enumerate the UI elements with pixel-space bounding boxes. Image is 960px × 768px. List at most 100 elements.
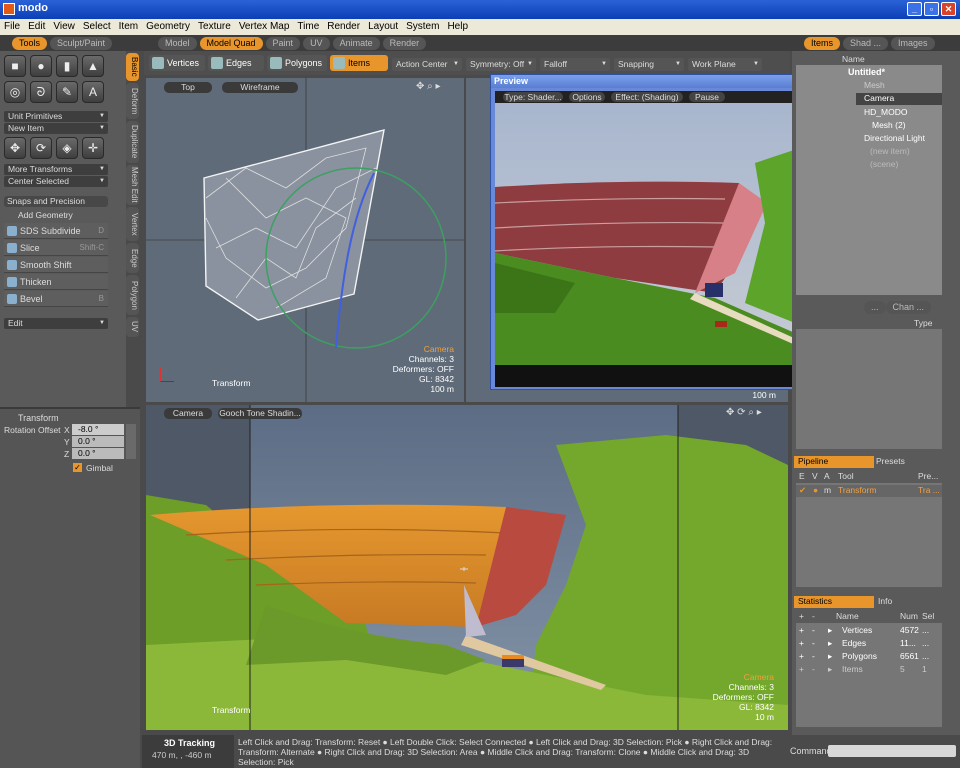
top-viewport[interactable]: Top Wireframe ✥ ⌕ ▸ Camera Channels: 3 D… [146, 78, 464, 402]
item-row-mesh-2[interactable]: Mesh (2) [872, 120, 906, 130]
minimize-button[interactable]: _ [907, 2, 922, 16]
rotation-x-field[interactable]: -8.0 ° [72, 424, 124, 435]
gimbal-checkbox[interactable]: ✓ [73, 463, 82, 472]
item-row-directional-light[interactable]: Directional Light [864, 133, 925, 143]
menu-file[interactable]: File [0, 19, 24, 34]
top-view-dropdown[interactable]: Top [164, 82, 212, 93]
pipeline-row-transform[interactable]: ✔ ● m Transform Tra ... [796, 485, 942, 497]
tab-sculpt-paint[interactable]: Sculpt/Paint [50, 37, 113, 50]
preview-pause-button[interactable]: Pause [689, 92, 725, 102]
text-tool-icon[interactable]: A [82, 81, 104, 103]
vtab-vertex[interactable]: Vertex [126, 207, 139, 241]
unit-primitives-dropdown[interactable]: Unit Primitives [4, 111, 108, 122]
cylinder-icon[interactable]: ▮ [56, 55, 78, 77]
sphere-icon[interactable]: ● [30, 55, 52, 77]
stats-row-vertices[interactable]: + - ▸ Vertices 4572... [796, 625, 942, 637]
tab-items[interactable]: Items [804, 37, 841, 50]
preview-type-dropdown[interactable]: Type: Shader... [503, 92, 563, 102]
tool-sds-subdivide[interactable]: SDS Subdivide D [4, 223, 108, 239]
top-viewport-nav-icons[interactable]: ✥ ⌕ ▸ [416, 81, 441, 92]
menu-item[interactable]: Item [115, 19, 142, 34]
vtab-polygon[interactable]: Polygon [126, 275, 139, 315]
tab-channels-prev[interactable]: ... [864, 301, 886, 314]
symmetry-dropdown[interactable]: Symmetry: Off [466, 58, 536, 71]
tool-bevel[interactable]: Bevel B [4, 291, 108, 307]
menu-layout[interactable]: Layout [364, 19, 402, 34]
tab-render[interactable]: Render [382, 37, 427, 50]
rotate-icon[interactable]: ⟳ [30, 137, 52, 159]
tool-thicken[interactable]: Thicken [4, 274, 108, 290]
tab-paint[interactable]: Paint [265, 37, 301, 50]
tab-model[interactable]: Model [158, 37, 197, 50]
menu-vertex-map[interactable]: Vertex Map [235, 19, 294, 34]
stats-row-polygons[interactable]: + - ▸ Polygons 6561... [796, 651, 942, 663]
edges-mode-button[interactable]: Edges [208, 55, 264, 71]
tool-smooth-shift[interactable]: Smooth Shift [4, 257, 108, 273]
menu-geometry[interactable]: Geometry [142, 19, 194, 34]
capsule-icon[interactable]: ᘐ [30, 81, 52, 103]
vtab-mesh-edit[interactable]: Mesh Edit [126, 165, 139, 205]
move-icon[interactable]: ✥ [4, 137, 26, 159]
torus-icon[interactable]: ◎ [4, 81, 26, 103]
item-row-camera[interactable]: Camera [856, 93, 942, 105]
new-item-dropdown[interactable]: New Item [4, 123, 108, 134]
top-shading-dropdown[interactable]: Wireframe [222, 82, 298, 93]
cone-icon[interactable]: ▲ [82, 55, 104, 77]
menu-edit[interactable]: Edit [24, 19, 49, 34]
vtab-deform[interactable]: Deform [126, 83, 139, 119]
more-transforms-dropdown[interactable]: More Transforms [4, 164, 108, 175]
camera-nav-icons[interactable]: ✥ ⟳ ⌕ ▸ [726, 407, 762, 418]
snapping-dropdown[interactable]: Snapping [614, 58, 684, 71]
tab-animate[interactable]: Animate [332, 37, 380, 50]
tab-shader[interactable]: Shad ... [843, 37, 889, 50]
falloff-dropdown[interactable]: Falloff [540, 58, 610, 71]
tab-uv[interactable]: UV [303, 37, 330, 50]
menu-view[interactable]: View [49, 19, 79, 34]
rotation-z-field[interactable]: 0.0 ° [72, 448, 124, 459]
pen-icon[interactable]: ✎ [56, 81, 78, 103]
item-row-scene[interactable]: (scene) [870, 159, 898, 169]
snaps-precision-header[interactable]: Snaps and Precision [4, 196, 108, 207]
camera-shading-dropdown[interactable]: Gooch Tone Shadin... [218, 408, 302, 419]
tab-images[interactable]: Images [891, 37, 935, 50]
cube-icon[interactable]: ■ [4, 55, 26, 77]
scale-icon[interactable]: ◈ [56, 137, 78, 159]
item-row-mesh[interactable]: Mesh [864, 80, 885, 90]
tab-statistics[interactable]: Statistics [794, 596, 874, 608]
vertices-mode-button[interactable]: Vertices [149, 55, 205, 71]
transform-icon[interactable]: ✛ [82, 137, 104, 159]
menu-texture[interactable]: Texture [194, 19, 235, 34]
tab-presets[interactable]: Presets [876, 456, 905, 466]
tab-tools[interactable]: Tools [12, 37, 48, 50]
add-geometry-header[interactable]: Add Geometry [4, 210, 108, 221]
item-row-new-item[interactable]: (new item) [870, 146, 910, 156]
work-plane-dropdown[interactable]: Work Plane [688, 58, 762, 71]
preview-effect-dropdown[interactable]: Effect: (Shading) [611, 92, 683, 102]
link-icon[interactable] [126, 424, 136, 459]
command-input[interactable] [828, 745, 956, 757]
camera-viewport[interactable]: Camera Gooch Tone Shadin... ✥ ⟳ ⌕ ▸ Came… [146, 405, 788, 730]
menu-select[interactable]: Select [79, 19, 115, 34]
item-row-untitled[interactable]: Untitled* [848, 67, 885, 77]
menu-system[interactable]: System [402, 19, 443, 34]
rotation-y-field[interactable]: 0.0 ° [72, 436, 124, 447]
tab-channels[interactable]: Chan ... [885, 301, 932, 314]
close-button[interactable]: ✕ [941, 2, 956, 16]
polygons-mode-button[interactable]: Polygons [267, 55, 327, 71]
vtab-uv[interactable]: UV [126, 317, 139, 337]
vtab-duplicate[interactable]: Duplicate [126, 121, 139, 163]
vtab-basic[interactable]: Basic [126, 53, 139, 81]
preview-options-button[interactable]: Options [569, 92, 605, 102]
tab-info[interactable]: Info [878, 596, 892, 606]
items-mode-button[interactable]: Items [330, 55, 388, 71]
maximize-button[interactable]: ▫ [924, 2, 939, 16]
tab-model-quad[interactable]: Model Quad [199, 37, 263, 50]
vtab-edge[interactable]: Edge [126, 243, 139, 273]
item-row-hd-modo[interactable]: HD_MODO [864, 107, 907, 117]
stats-row-items[interactable]: + - ▸ Items 5 1 [796, 664, 942, 676]
edit-dropdown[interactable]: Edit [4, 318, 108, 329]
stats-row-edges[interactable]: + - ▸ Edges 11...... [796, 638, 942, 650]
menu-render[interactable]: Render [323, 19, 364, 34]
center-selected-dropdown[interactable]: Center Selected [4, 176, 108, 187]
tool-slice[interactable]: Slice Shift-C [4, 240, 108, 256]
